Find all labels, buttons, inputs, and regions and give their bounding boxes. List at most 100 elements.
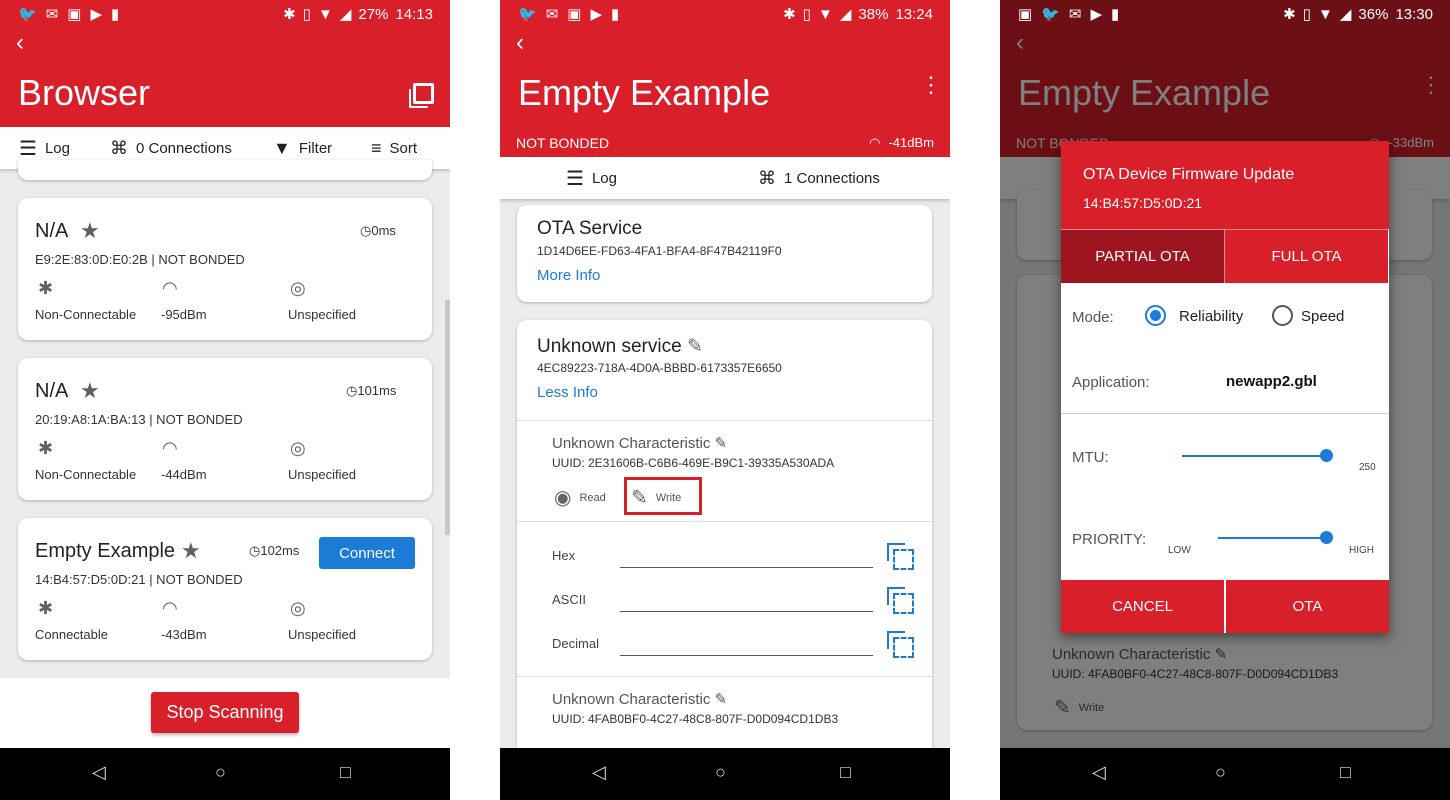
divider <box>517 521 932 522</box>
reliability-radio[interactable] <box>1145 305 1166 326</box>
mtu-slider-track[interactable] <box>1182 455 1326 457</box>
eye-icon: ◉ <box>554 487 572 509</box>
bluetooth-icon: ✱ <box>283 6 296 23</box>
device-name: N/A <box>35 380 69 402</box>
connect-button[interactable]: Connect <box>319 537 415 569</box>
star-icon[interactable]: ★ <box>181 538 201 564</box>
priority-slider-track[interactable] <box>1218 537 1326 539</box>
scrollbar[interactable] <box>445 300 450 535</box>
ota-button[interactable]: OTA <box>1226 580 1389 633</box>
write-highlight-box <box>624 477 702 515</box>
wifi-icon: ▼ <box>1318 5 1333 23</box>
connections-button[interactable]: ⌘ 0 Connections <box>110 138 232 159</box>
nav-bar: ◁ ○ □ <box>500 748 950 800</box>
clock: 13:24 <box>895 5 933 23</box>
ota-dialog-screen: ‹ Empty Example ⋮ NOT BONDED ◠-33dBm Unk… <box>1000 0 1450 800</box>
application-file[interactable]: newapp2.gbl <box>1226 373 1317 390</box>
beacon-type-label: Unspecified <box>288 627 356 642</box>
edit-pencil-icon[interactable]: ✎ <box>687 336 703 357</box>
copy-icon[interactable] <box>887 543 914 570</box>
edit-pencil-icon[interactable]: ✎ <box>715 691 728 708</box>
full-ota-tab[interactable]: FULL OTA <box>1225 230 1388 283</box>
characteristic-title: Unknown Characteristic <box>552 691 711 708</box>
star-icon[interactable]: ★ <box>80 378 100 404</box>
cancel-button[interactable]: CANCEL <box>1061 580 1224 633</box>
beacon-icon: ◎ <box>290 598 306 618</box>
star-icon[interactable]: ★ <box>80 218 100 244</box>
device-name: Empty Example <box>35 540 176 562</box>
clock-icon: ◷ <box>249 543 261 558</box>
network-icon: ⌘ <box>758 167 776 188</box>
more-info-link[interactable]: More Info <box>537 267 600 284</box>
rssi-label: -43dBm <box>161 627 207 642</box>
more-vert-icon[interactable]: ⋮ <box>920 74 942 96</box>
dialog-device-address: 14:B4:57:D5:0D:21 <box>1083 195 1203 211</box>
signal-strength-icon: ◠ <box>162 278 178 298</box>
priority-slider-knob[interactable] <box>1320 531 1333 544</box>
edit-pencil-icon[interactable]: ✎ <box>715 435 728 452</box>
priority-label: PRIORITY: <box>1072 531 1147 548</box>
bookmarks-icon[interactable] <box>413 83 434 104</box>
twitter-icon: 🐦 <box>18 6 37 23</box>
recents-square-icon[interactable]: □ <box>340 762 351 783</box>
service-uuid: 1D14D6EE-FD63-4FA1-BFA4-8F47B42119F0 <box>537 244 782 258</box>
clock-icon: ◷ <box>360 223 372 238</box>
recents-square-icon[interactable]: □ <box>840 762 851 783</box>
service-uuid: 4EC89223-718A-4D0A-BBBD-6173357E6650 <box>537 361 782 375</box>
device-address: E9:2E:83:0D:E0:2B | NOT BONDED <box>35 252 245 267</box>
notification-icon: ▮ <box>1111 6 1120 23</box>
connectable-label: Connectable <box>35 627 108 642</box>
home-circle-icon[interactable]: ○ <box>1215 762 1226 783</box>
notification-icon: ▮ <box>111 6 120 23</box>
toolbar: ☰ Log ⌘ 1 Connections <box>500 157 950 199</box>
device-card[interactable]: Empty Example ★ ◷102ms Connect 14:B4:57:… <box>18 518 432 660</box>
stop-scanning-button[interactable]: Stop Scanning <box>151 692 299 733</box>
hex-input[interactable] <box>620 567 873 568</box>
less-info-link[interactable]: Less Info <box>537 384 598 401</box>
youtube-icon: ▶ <box>590 6 602 23</box>
read-action[interactable]: ◉ Read <box>554 485 606 510</box>
gmail-icon: ✉ <box>1068 6 1082 23</box>
dialog-header: OTA Device Firmware Update 14:B4:57:D5:0… <box>1061 141 1389 229</box>
copy-icon[interactable] <box>887 631 914 658</box>
copy-icon[interactable] <box>887 587 914 614</box>
signal-icon: ◢ <box>339 6 352 23</box>
back-triangle-icon[interactable]: ◁ <box>1092 762 1106 783</box>
partial-ota-tab[interactable]: PARTIAL OTA <box>1061 230 1224 283</box>
notification-icon: ▮ <box>611 6 620 23</box>
section-divider <box>1061 413 1389 414</box>
filter-button[interactable]: ▼ Filter <box>273 138 332 159</box>
back-triangle-icon[interactable]: ◁ <box>92 762 106 783</box>
battery-level: 27% <box>358 5 389 23</box>
device-card[interactable]: N/A ★ ◷101ms 20:19:A8:1A:BA:13 | NOT BON… <box>18 358 432 500</box>
beacon-type-label: Unspecified <box>288 467 356 482</box>
reliability-label[interactable]: Reliability <box>1179 308 1243 325</box>
rssi-label: -95dBm <box>161 307 207 322</box>
beacon-icon: ◎ <box>290 438 306 458</box>
service-card[interactable]: OTA Service 1D14D6EE-FD63-4FA1-BFA4-8F47… <box>517 205 932 302</box>
clock: 14:13 <box>395 5 433 23</box>
recents-square-icon[interactable]: □ <box>1340 762 1351 783</box>
device-screen: 🐦 ✉ ▣ ▶ ▮ ✱ ▯ ▼ ◢ 38% 13:24 ‹ Empty Exam… <box>500 0 950 800</box>
log-button[interactable]: ☰ Log <box>19 136 70 161</box>
back-arrow-icon[interactable]: ‹ <box>516 31 524 55</box>
connections-button[interactable]: ⌘ 1 Connections <box>758 168 880 189</box>
status-bar: 🐦 ✉ ▣ ▶ ▮ ✱ ▯ ▼ ◢ 27% 14:13 <box>0 0 450 28</box>
priority-low-label: LOW <box>1168 545 1191 556</box>
connectable-label: Non-Connectable <box>35 467 137 482</box>
decimal-input[interactable] <box>620 655 873 656</box>
home-circle-icon[interactable]: ○ <box>215 762 226 783</box>
sort-button[interactable]: ≡ Sort <box>371 138 417 159</box>
home-circle-icon[interactable]: ○ <box>715 762 726 783</box>
back-arrow-icon[interactable]: ‹ <box>16 31 24 55</box>
priority-high-label: HIGH <box>1349 545 1374 556</box>
device-card-partial[interactable] <box>18 160 432 180</box>
ascii-input[interactable] <box>620 611 873 612</box>
device-card[interactable]: N/A ★ ◷0ms E9:2E:83:0D:E0:2B | NOT BONDE… <box>18 198 432 340</box>
speed-radio[interactable] <box>1272 305 1293 326</box>
mtu-slider-knob[interactable] <box>1320 449 1333 462</box>
speed-label[interactable]: Speed <box>1301 308 1344 325</box>
characteristic-uuid: UUID: 2E31606B-C6B6-469E-B9C1-39335A530A… <box>552 456 835 470</box>
back-triangle-icon[interactable]: ◁ <box>592 762 606 783</box>
log-button[interactable]: ☰ Log <box>566 166 617 191</box>
